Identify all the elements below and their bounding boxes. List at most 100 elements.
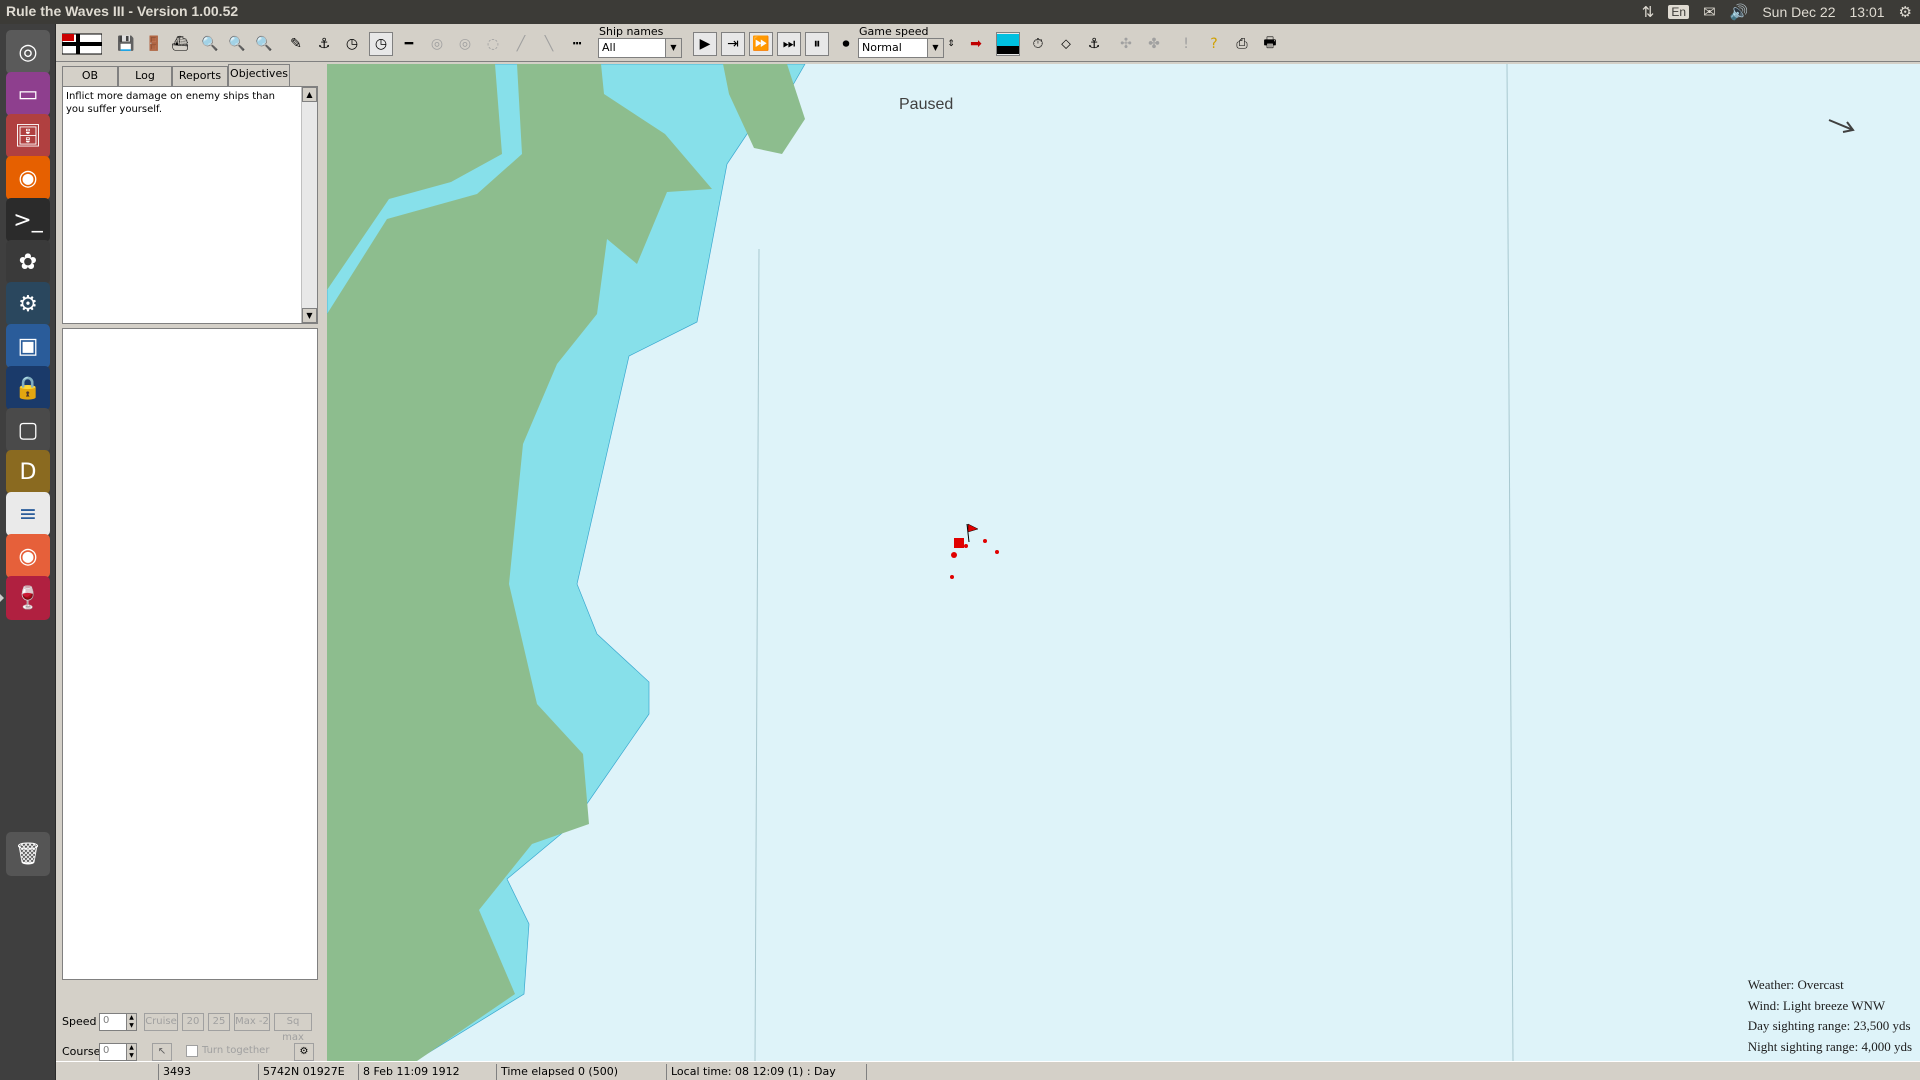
visibility-circle-icon[interactable]: ◌ bbox=[481, 32, 505, 56]
settings-gear-icon[interactable]: ⚙ bbox=[294, 1043, 314, 1061]
speed-spinner[interactable]: 0 ▲ ▼ bbox=[99, 1013, 137, 1031]
line-icon[interactable]: ━ bbox=[397, 32, 421, 56]
scroll-up-icon[interactable]: ▲ bbox=[302, 87, 317, 102]
wind-text: Wind: Light breeze WNW bbox=[1747, 997, 1886, 1013]
screenshot-icon[interactable]: ⎙ bbox=[1230, 32, 1254, 56]
tab-log[interactable]: Log bbox=[118, 66, 172, 86]
timer-icon[interactable]: ⏱ bbox=[1026, 32, 1050, 56]
arrow-right-icon[interactable]: ➡ bbox=[964, 32, 988, 56]
play-icon[interactable]: ▶ bbox=[693, 32, 717, 56]
track-line-icon[interactable]: ╱ bbox=[509, 32, 533, 56]
clock-icon[interactable]: ◷ bbox=[369, 32, 393, 56]
ship-names-value: All bbox=[602, 41, 616, 54]
game-speed-select[interactable]: Normal ▼ bbox=[858, 38, 944, 58]
measure-ruler-icon[interactable]: ✎ bbox=[284, 32, 308, 56]
weather-panel: Weather: Overcast Wind: Light breeze WNW… bbox=[1748, 975, 1912, 1057]
spinner-arrows-icon[interactable]: ▲ ▼ bbox=[126, 1014, 136, 1030]
ship-list-box[interactable] bbox=[62, 328, 318, 980]
chevron-down-icon[interactable]: ▼ bbox=[665, 39, 681, 57]
course-spinner[interactable]: 0 ▲ ▼ bbox=[99, 1043, 137, 1061]
anchor-settings-icon[interactable]: ⚓ bbox=[1082, 32, 1106, 56]
range-circle-icon[interactable]: ◷ bbox=[340, 32, 364, 56]
torpedo-range-icon[interactable]: ◎ bbox=[453, 32, 477, 56]
ship-dot bbox=[964, 544, 968, 548]
step-icon[interactable]: ⇥ bbox=[721, 32, 745, 56]
turn-together-checkbox[interactable] bbox=[186, 1045, 198, 1057]
division-icon[interactable]: ⚓ bbox=[312, 32, 336, 56]
virtualbox-icon[interactable]: ▣ bbox=[6, 324, 50, 368]
status-game-date: 8 Feb 11:09 1912 bbox=[358, 1064, 496, 1080]
firefox-icon[interactable]: ◉ bbox=[6, 156, 50, 200]
status-time-elapsed: Time elapsed 0 (500) bbox=[496, 1064, 666, 1080]
network-icon[interactable]: ⇅ bbox=[1642, 3, 1655, 21]
objectives-textbox[interactable]: Inflict more damage on enemy ships than … bbox=[62, 86, 318, 324]
gun-range-icon[interactable]: ◎ bbox=[425, 32, 449, 56]
volume-icon[interactable]: 🔊 bbox=[1730, 3, 1749, 21]
zoom-in-icon[interactable]: 🔍 bbox=[198, 32, 222, 56]
lock-icon[interactable]: 🔒 bbox=[6, 366, 50, 410]
torpedo-track-icon[interactable]: ╲ bbox=[537, 32, 561, 56]
dosbox-icon[interactable]: D bbox=[6, 450, 50, 494]
tab-ob[interactable]: OB bbox=[62, 66, 118, 86]
cruise-speed-button[interactable]: Cruise bbox=[144, 1013, 178, 1031]
trash-icon[interactable]: 🗑 bbox=[6, 832, 50, 876]
firefox-dev-icon[interactable]: ◉ bbox=[6, 534, 50, 578]
scroll-down-icon[interactable]: ▼ bbox=[302, 308, 317, 323]
ship-names-select[interactable]: All ▼ bbox=[598, 38, 682, 58]
zoom-fit-icon[interactable]: 🔍 bbox=[252, 32, 276, 56]
turn-together-label: Turn together bbox=[202, 1045, 270, 1056]
objectives-scrollbar[interactable]: ▲ ▼ bbox=[301, 87, 317, 323]
help-icon[interactable]: ? bbox=[1202, 32, 1226, 56]
window-title: Rule the Waves III - Version 1.00.52 bbox=[6, 3, 239, 19]
color-picker-icon[interactable]: ✿ bbox=[6, 240, 50, 284]
max-minus-2-button[interactable]: Max -2 bbox=[234, 1013, 270, 1031]
wine-icon[interactable]: 🍷 bbox=[0, 576, 50, 620]
formation-icon[interactable]: ✣ bbox=[1114, 32, 1138, 56]
tactical-map[interactable]: Paused Weather: Overcast Wind: Light bre… bbox=[327, 64, 1920, 1061]
workspace-icon[interactable]: ▭ bbox=[6, 72, 50, 116]
flagship-marker bbox=[954, 538, 964, 548]
squadron-max-button[interactable]: Sq max bbox=[274, 1013, 312, 1043]
terminal-icon[interactable]: >_ bbox=[6, 198, 50, 242]
dashed-line-icon[interactable]: ┅ bbox=[565, 32, 589, 56]
zoom-out-icon[interactable]: 🔍 bbox=[225, 32, 249, 56]
tab-reports[interactable]: Reports bbox=[172, 66, 228, 86]
ship-dot bbox=[995, 550, 999, 554]
window-icon[interactable]: ▢ bbox=[6, 408, 50, 452]
exit-door-icon[interactable]: 🚪 bbox=[142, 32, 166, 56]
speed-25-button[interactable]: 25 bbox=[208, 1013, 230, 1031]
status-local-time: Local time: 08 12:09 (1) : Day bbox=[666, 1064, 866, 1080]
pause-icon[interactable]: ⏸ bbox=[805, 32, 829, 56]
record-icon[interactable]: ⏺ bbox=[834, 32, 858, 56]
sea-view-icon[interactable] bbox=[996, 32, 1020, 56]
course-row: Course 0 ▲ ▼ ↖ Turn together ⚙ bbox=[62, 1041, 322, 1063]
speed-20-button[interactable]: 20 bbox=[182, 1013, 204, 1031]
ubuntu-dash-icon[interactable]: ◎ bbox=[6, 30, 50, 74]
map-canvas[interactable] bbox=[327, 64, 1920, 1061]
save-icon[interactable]: 💾 bbox=[114, 32, 138, 56]
mail-icon[interactable]: ✉ bbox=[1703, 3, 1716, 21]
formation-edit-icon[interactable]: ✤ bbox=[1142, 32, 1166, 56]
files-icon[interactable]: 🗄 bbox=[6, 114, 50, 158]
speed-label: Speed bbox=[62, 1015, 97, 1028]
clock-date[interactable]: Sun Dec 22 bbox=[1762, 4, 1835, 20]
eraser-icon[interactable]: ⬦ bbox=[1054, 32, 1078, 56]
set-course-cursor-icon[interactable]: ↖ bbox=[152, 1043, 172, 1061]
print-icon[interactable]: 🖶 bbox=[1258, 32, 1282, 56]
faster-forward-icon[interactable]: ⏭ bbox=[777, 32, 801, 56]
fast-forward-icon[interactable]: ⏩ bbox=[749, 32, 773, 56]
status-bar: 3493 5742N 01927E 8 Feb 11:09 1912 Time … bbox=[56, 1061, 1920, 1080]
settings-gear-icon[interactable]: ⚙ bbox=[1899, 3, 1912, 21]
flag-icon[interactable] bbox=[62, 32, 102, 56]
spinner-arrows-icon[interactable]: ▲ ▼ bbox=[126, 1044, 136, 1060]
status-cell-id: 3493 bbox=[158, 1064, 258, 1080]
chevron-down-icon[interactable]: ▼ bbox=[927, 39, 943, 57]
text-editor-icon[interactable]: ≡ bbox=[6, 492, 50, 536]
speed-spinner-icon[interactable]: ⇕ bbox=[944, 32, 958, 56]
info-icon[interactable]: ! bbox=[1174, 32, 1198, 56]
clock-time[interactable]: 13:01 bbox=[1850, 4, 1885, 20]
steam-icon[interactable]: ⚙ bbox=[6, 282, 50, 326]
keyboard-layout-indicator[interactable]: En bbox=[1668, 5, 1690, 19]
tab-objectives[interactable]: Objectives bbox=[228, 64, 290, 86]
ships-list-icon[interactable]: ⛴ bbox=[168, 32, 192, 56]
